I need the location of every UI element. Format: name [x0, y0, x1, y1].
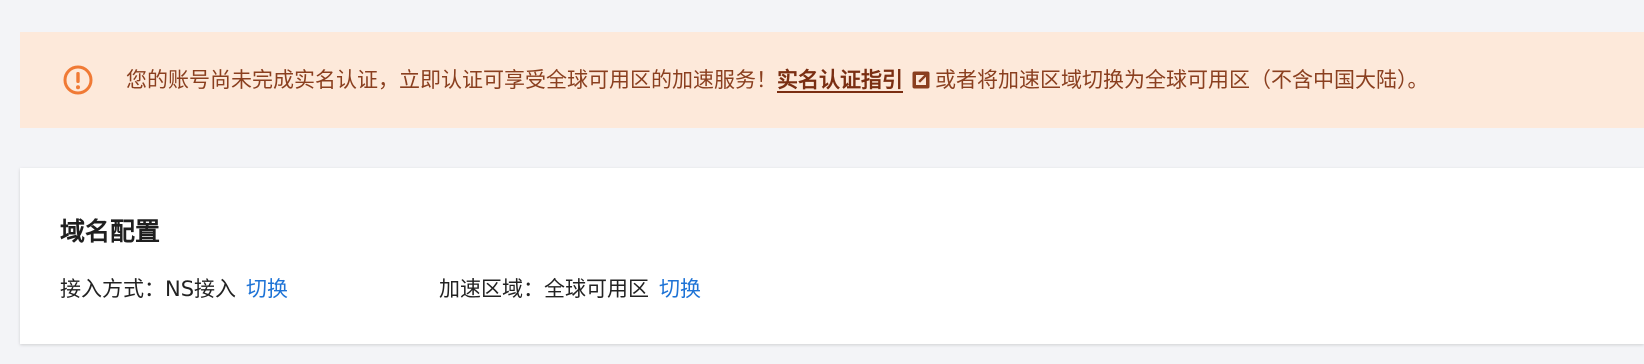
- acceleration-region-value: 全球可用区: [544, 277, 649, 301]
- warning-circle-icon: [63, 65, 93, 95]
- external-link-icon[interactable]: [911, 70, 931, 90]
- access-method-value: NS接入: [165, 277, 237, 301]
- access-method-field: 接入方式：NS接入 切换: [60, 273, 288, 303]
- notice-text: 您的账号尚未完成实名认证，立即认证可享受全球可用区的加速服务！实名认证指引 或者…: [126, 32, 1429, 128]
- realname-notice-banner: 您的账号尚未完成实名认证，立即认证可享受全球可用区的加速服务！实名认证指引 或者…: [20, 32, 1644, 128]
- notice-suffix: 或者将加速区域切换为全球可用区（不含中国大陆）。: [935, 68, 1429, 92]
- acceleration-region-label: 加速区域：: [439, 277, 544, 301]
- switch-acceleration-region-link[interactable]: 切换: [659, 277, 701, 301]
- notice-message: 您的账号尚未完成实名认证，立即认证可享受全球可用区的加速服务！: [126, 68, 777, 92]
- switch-access-method-link[interactable]: 切换: [246, 277, 288, 301]
- access-method-label: 接入方式：: [60, 277, 165, 301]
- domain-config-card: 域名配置 接入方式：NS接入 切换 加速区域：全球可用区 切换: [20, 168, 1644, 344]
- realname-guide-link[interactable]: 实名认证指引: [777, 68, 903, 92]
- acceleration-region-field: 加速区域：全球可用区 切换: [439, 273, 701, 303]
- section-title: 域名配置: [60, 217, 161, 246]
